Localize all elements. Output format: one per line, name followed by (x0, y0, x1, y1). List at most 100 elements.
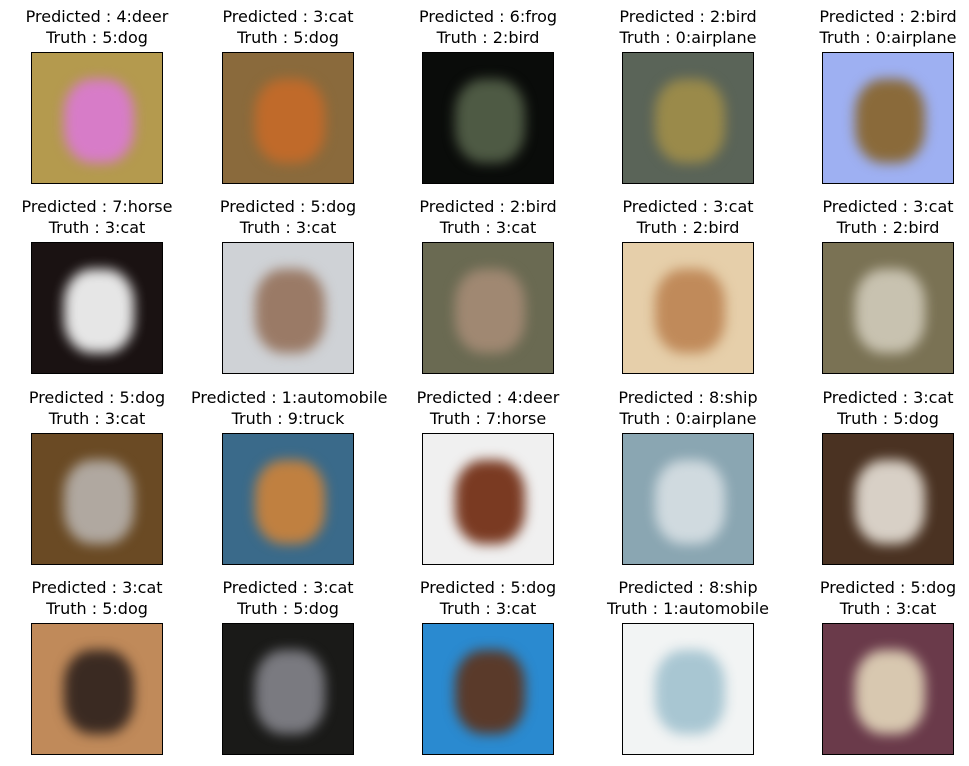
predicted-label: Predicted : 3:cat (822, 197, 954, 216)
truth-label: Truth : 5:dog (837, 409, 939, 428)
predicted-label: Predicted : 5:dog (219, 197, 357, 216)
predicted-label: Predicted : 2:bird (419, 197, 557, 216)
image-subject (655, 650, 725, 734)
truth-label: Truth : 2:bird (436, 28, 540, 47)
image-subject (855, 460, 925, 544)
sample-image (622, 623, 754, 755)
prediction-cell: Predicted : 5:dog Truth : 3:cat (191, 196, 385, 374)
image-subject (855, 79, 925, 163)
sample-image (31, 623, 163, 755)
predicted-label: Predicted : 8:ship (618, 388, 758, 407)
truth-label: Truth : 3:cat (439, 599, 537, 618)
truth-label: Truth : 9:truck (231, 409, 345, 428)
predicted-label: Predicted : 2:bird (619, 7, 757, 26)
sample-image (222, 242, 354, 374)
image-subject (655, 269, 725, 353)
sample-image (422, 433, 554, 565)
predicted-label: Predicted : 6:frog (418, 7, 558, 26)
prediction-cell: Predicted : 3:cat Truth : 2:bird (591, 196, 785, 374)
predicted-label: Predicted : 4:deer (25, 7, 169, 26)
sample-image (822, 433, 954, 565)
sample-image (622, 242, 754, 374)
truth-label: Truth : 5:dog (237, 599, 339, 618)
predicted-label: Predicted : 5:dog (419, 578, 557, 597)
truth-label: Truth : 5:dog (237, 28, 339, 47)
image-subject (655, 460, 725, 544)
image-subject (255, 269, 325, 353)
sample-image (31, 52, 163, 184)
image-subject (855, 650, 925, 734)
truth-label: Truth : 3:cat (48, 218, 146, 237)
image-subject (255, 650, 325, 734)
image-subject (455, 460, 525, 544)
sample-image (622, 52, 754, 184)
prediction-cell: Predicted : 8:ship Truth : 0:airplane (591, 387, 785, 565)
predicted-label: Predicted : 7:horse (21, 197, 173, 216)
image-subject (455, 650, 525, 734)
predicted-label: Predicted : 3:cat (31, 578, 163, 597)
truth-label: Truth : 0:airplane (819, 28, 957, 47)
prediction-cell: Predicted : 4:deer Truth : 7:horse (391, 387, 585, 565)
truth-label: Truth : 5:dog (46, 599, 148, 618)
truth-label: Truth : 1:automobile (607, 599, 769, 618)
truth-label: Truth : 0:airplane (619, 28, 757, 47)
truth-label: Truth : 3:cat (48, 409, 146, 428)
truth-label: Truth : 3:cat (239, 218, 337, 237)
prediction-cell: Predicted : 8:ship Truth : 1:automobile (591, 577, 785, 755)
prediction-cell: Predicted : 2:bird Truth : 3:cat (391, 196, 585, 374)
image-subject (255, 460, 325, 544)
sample-image (822, 623, 954, 755)
truth-label: Truth : 5:dog (46, 28, 148, 47)
prediction-cell: Predicted : 3:cat Truth : 5:dog (791, 387, 969, 565)
prediction-cell: Predicted : 5:dog Truth : 3:cat (391, 577, 585, 755)
prediction-grid: Predicted : 4:deer Truth : 5:dog Predicted… (0, 0, 969, 766)
prediction-cell: Predicted : 3:cat Truth : 5:dog (191, 577, 385, 755)
predicted-label: Predicted : 5:dog (819, 578, 957, 597)
image-subject (64, 650, 134, 734)
predicted-label: Predicted : 8:ship (618, 578, 758, 597)
image-subject (455, 79, 525, 163)
prediction-cell: Predicted : 5:dog Truth : 3:cat (0, 387, 194, 565)
predicted-label: Predicted : 4:deer (416, 388, 560, 407)
sample-image (822, 52, 954, 184)
prediction-cell: Predicted : 3:cat Truth : 5:dog (0, 577, 194, 755)
sample-image (622, 433, 754, 565)
truth-label: Truth : 7:horse (429, 409, 547, 428)
truth-label: Truth : 2:bird (636, 218, 740, 237)
prediction-cell: Predicted : 1:automobile Truth : 9:truck (191, 387, 388, 565)
predicted-label: Predicted : 3:cat (222, 7, 354, 26)
truth-label: Truth : 2:bird (836, 218, 940, 237)
image-subject (255, 79, 325, 163)
predicted-label: Predicted : 1:automobile (191, 388, 388, 407)
image-subject (455, 269, 525, 353)
sample-image (222, 52, 354, 184)
predicted-label: Predicted : 3:cat (222, 578, 354, 597)
sample-image (422, 52, 554, 184)
image-subject (655, 79, 725, 163)
image-subject (64, 269, 134, 353)
prediction-cell: Predicted : 2:bird Truth : 0:airplane (791, 6, 969, 184)
prediction-cell: Predicted : 3:cat Truth : 2:bird (791, 196, 969, 374)
prediction-cell: Predicted : 6:frog Truth : 2:bird (391, 6, 585, 184)
truth-label: Truth : 0:airplane (619, 409, 757, 428)
sample-image (31, 433, 163, 565)
predicted-label: Predicted : 2:bird (819, 7, 957, 26)
prediction-cell: Predicted : 3:cat Truth : 5:dog (191, 6, 385, 184)
sample-image (422, 623, 554, 755)
prediction-cell: Predicted : 2:bird Truth : 0:airplane (591, 6, 785, 184)
predicted-label: Predicted : 3:cat (622, 197, 754, 216)
truth-label: Truth : 3:cat (439, 218, 537, 237)
sample-image (222, 433, 354, 565)
truth-label: Truth : 3:cat (839, 599, 937, 618)
image-subject (64, 460, 134, 544)
sample-image (222, 623, 354, 755)
image-subject (64, 79, 134, 163)
predicted-label: Predicted : 5:dog (28, 388, 166, 407)
predicted-label: Predicted : 3:cat (822, 388, 954, 407)
image-subject (855, 269, 925, 353)
prediction-cell: Predicted : 7:horse Truth : 3:cat (0, 196, 194, 374)
sample-image (31, 242, 163, 374)
prediction-cell: Predicted : 4:deer Truth : 5:dog (0, 6, 194, 184)
sample-image (822, 242, 954, 374)
prediction-cell: Predicted : 5:dog Truth : 3:cat (791, 577, 969, 755)
